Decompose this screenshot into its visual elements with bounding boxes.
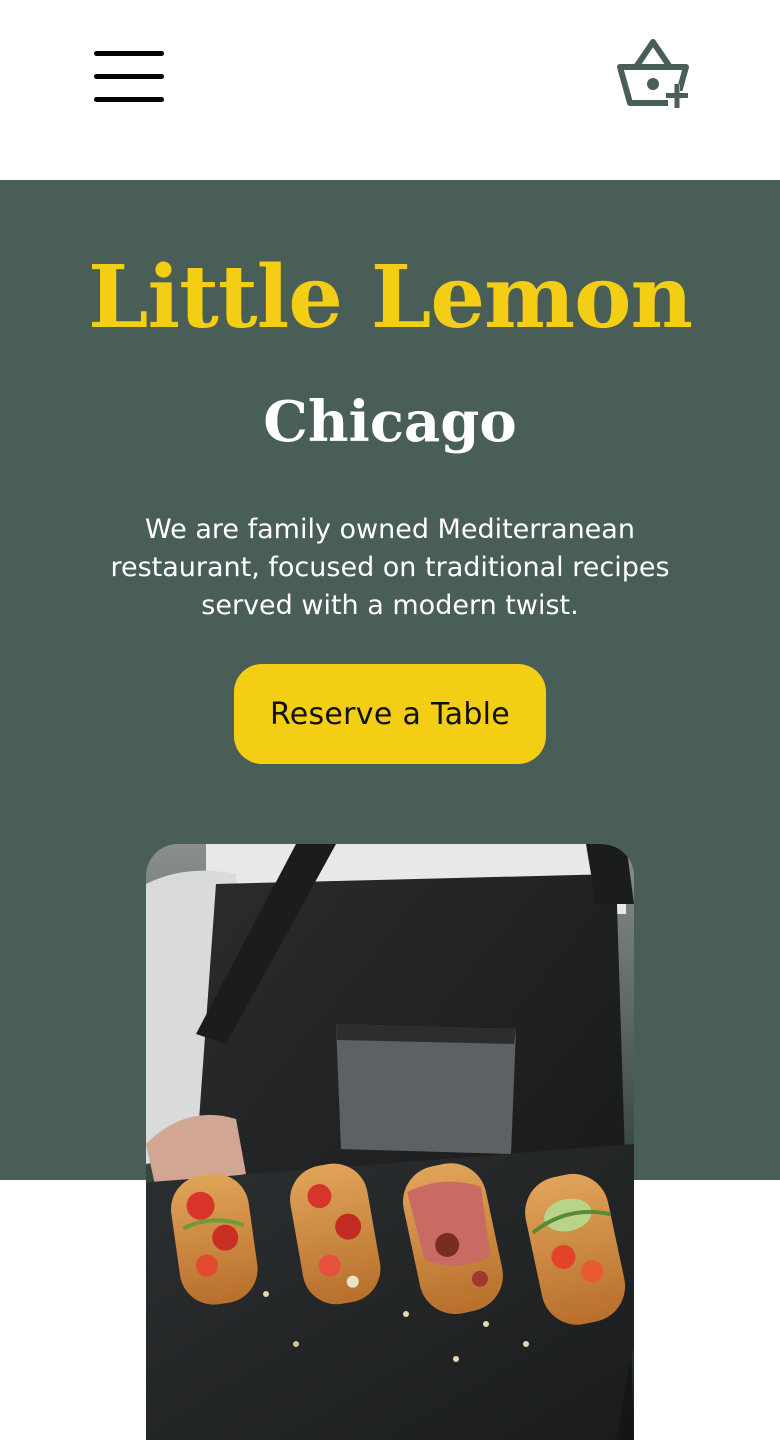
page: Little Lemon Chicago We are family owned… xyxy=(0,0,780,1440)
menu-bar-middle xyxy=(94,74,164,79)
menu-bar-top xyxy=(94,51,164,56)
top-nav xyxy=(0,0,780,180)
reserve-table-button[interactable]: Reserve a Table xyxy=(234,664,546,764)
basket-add-icon[interactable] xyxy=(614,36,694,112)
menu-bar-bottom xyxy=(94,97,164,102)
restaurant-title: Little Lemon xyxy=(88,247,693,348)
hero-description: We are family owned Mediterranean restau… xyxy=(110,514,670,621)
hero-food-image xyxy=(146,844,634,1440)
hamburger-menu-icon[interactable] xyxy=(94,50,164,104)
location-subtitle: Chicago xyxy=(263,389,517,455)
